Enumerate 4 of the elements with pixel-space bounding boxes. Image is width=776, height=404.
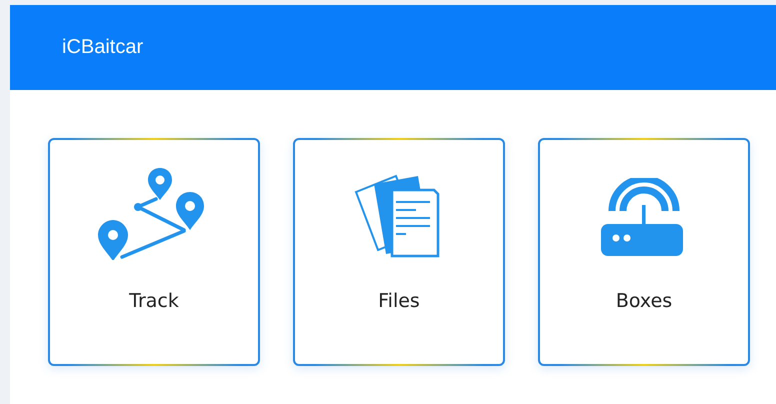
app-title: iCBaitcar bbox=[62, 36, 144, 59]
menu-tile[interactable]: Files bbox=[293, 138, 505, 366]
menu-tile[interactable]: Boxes bbox=[538, 138, 750, 366]
menu-tile[interactable]: Track bbox=[48, 138, 260, 366]
